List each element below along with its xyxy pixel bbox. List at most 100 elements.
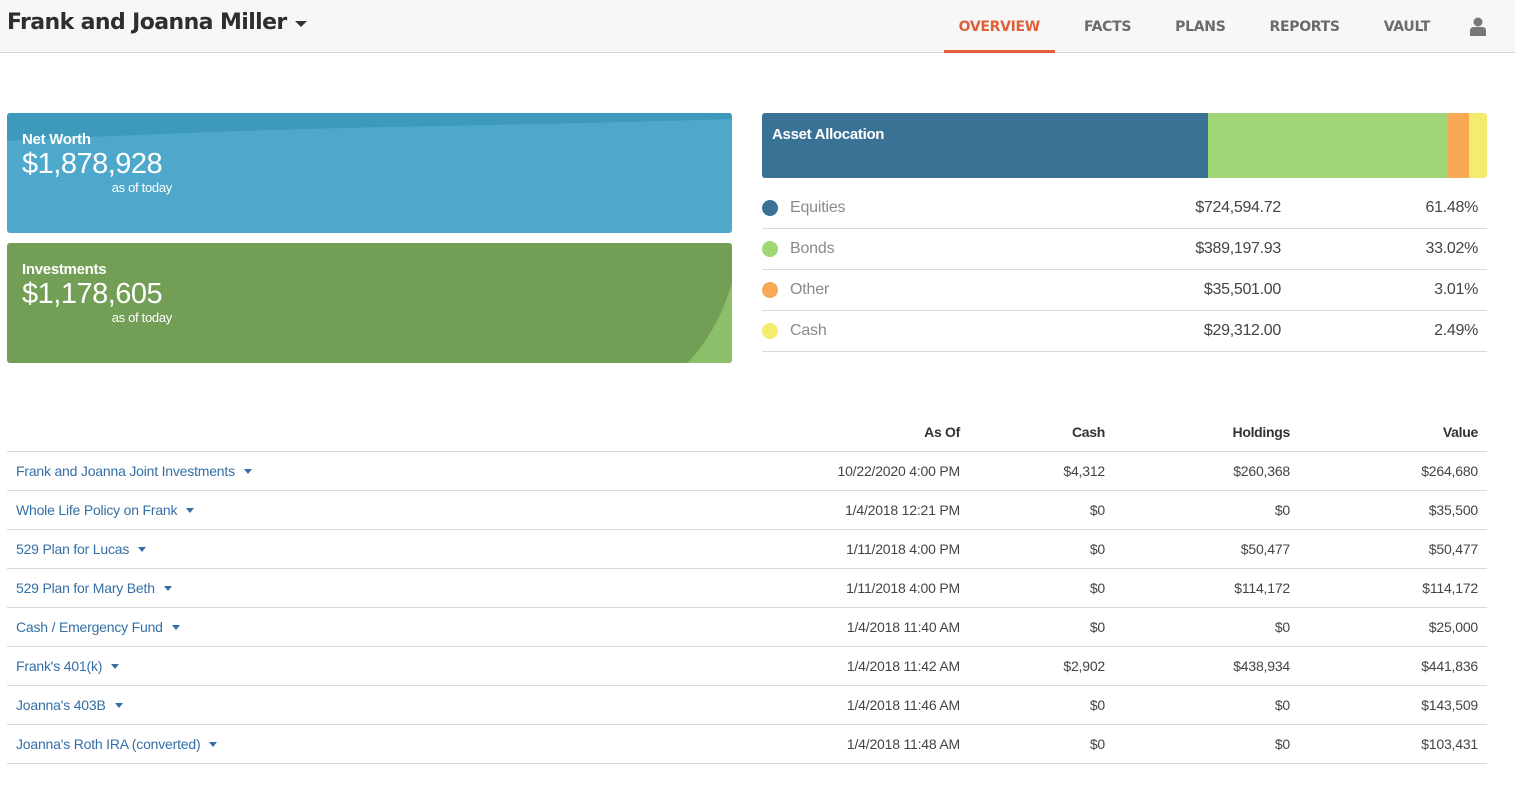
allocation-segment-equities[interactable] — [762, 113, 1208, 178]
allocation-percent: 2.49% — [1434, 322, 1478, 339]
cash-cell: $4,312 — [969, 451, 1114, 491]
account-name-cell: Whole Life Policy on Frank — [7, 490, 752, 530]
table-header-row: As Of Cash Holdings Value — [7, 413, 1487, 452]
account-link[interactable]: Whole Life Policy on Frank — [16, 501, 195, 518]
caret-down-icon[interactable] — [114, 702, 123, 708]
account-name: 529 Plan for Lucas — [16, 540, 130, 557]
table-row: Cash / Emergency Fund 1/4/2018 11:40 AM $0… — [7, 607, 1487, 647]
allocation-name: Bonds — [790, 240, 835, 257]
allocation-row-equities: Equities $724,594.72 61.48% — [762, 188, 1487, 229]
table-row: Frank's 401(k) 1/4/2018 11:42 AM $2,902 $43… — [7, 646, 1487, 686]
account-name: Frank's 401(k) — [16, 657, 103, 674]
asset-allocation-legend: Equities $724,594.72 61.48% Bonds $389,197.9… — [762, 188, 1487, 352]
table-row: 529 Plan for Mary Beth 1/11/2018 4:00 PM $… — [7, 568, 1487, 608]
account-name-cell: Frank's 401(k) — [7, 646, 752, 686]
allocation-name: Other — [790, 281, 830, 298]
allocation-amount: $29,312.00 — [1203, 322, 1281, 339]
allocation-segment-bonds[interactable] — [1207, 113, 1448, 178]
table-row: Joanna's 403B 1/4/2018 11:46 AM $0 $0 $143,5… — [7, 685, 1487, 725]
net-worth-card[interactable]: Net Worth $1,878,928 as of today — [7, 113, 732, 233]
account-name-cell: 529 Plan for Lucas — [7, 529, 752, 569]
account-name-cell: Frank and Joanna Joint Investments — [7, 451, 752, 491]
account-link[interactable]: 529 Plan for Lucas — [16, 540, 147, 557]
caret-down-icon[interactable] — [209, 741, 218, 747]
value-cell: $143,509 — [1299, 685, 1487, 725]
cash-cell: $0 — [969, 490, 1114, 530]
asset-allocation-bar[interactable] — [762, 113, 1487, 178]
table-row: 529 Plan for Lucas 1/11/2018 4:00 PM $0 $50… — [7, 529, 1487, 569]
caret-down-icon — [294, 20, 307, 27]
account-link[interactable]: Cash / Emergency Fund — [16, 619, 180, 635]
value-cell: $264,680 — [1299, 451, 1487, 491]
allocation-amount: $389,197.93 — [1195, 240, 1281, 257]
allocation-amount: $724,594.72 — [1195, 199, 1281, 216]
allocation-segment-cash[interactable] — [1468, 113, 1487, 178]
user-icon[interactable] — [1467, 0, 1489, 53]
client-selector[interactable]: Frank and Joanna Miller — [7, 10, 307, 35]
as-of-cell: 1/4/2018 12:21 PM — [752, 490, 969, 530]
value-cell: $35,500 — [1299, 490, 1487, 530]
as-of-cell: 1/4/2018 11:42 AM — [752, 646, 969, 686]
account-name: Frank and Joanna Joint Investments — [16, 462, 235, 479]
account-link[interactable]: Frank and Joanna Joint Investments — [16, 463, 252, 479]
account-name: 529 Plan for Mary Beth — [16, 579, 155, 596]
net-worth-value: $1,878,928 — [22, 148, 163, 180]
column-header-holdings: Holdings — [1114, 413, 1299, 452]
as-of-cell: 1/4/2018 11:46 AM — [752, 685, 969, 725]
value-cell: $114,172 — [1299, 568, 1487, 608]
account-name-cell: Joanna's 403B — [7, 685, 752, 725]
account-name: Joanna's Roth IRA (converted) — [16, 735, 201, 752]
holdings-cell: $438,934 — [1114, 646, 1299, 686]
value-cell: $103,431 — [1299, 724, 1487, 764]
cash-cell: $0 — [969, 568, 1114, 608]
account-link[interactable]: Joanna's 403B — [16, 697, 123, 713]
account-link[interactable]: 529 Plan for Mary Beth — [16, 580, 172, 596]
caret-down-icon[interactable] — [163, 585, 172, 591]
account-name: Whole Life Policy on Frank — [16, 501, 178, 518]
main-nav: OVERVIEW FACTS PLANS REPORTS VAULT — [930, 0, 1515, 53]
holdings-cell: $50,477 — [1114, 529, 1299, 569]
as-of-cell: 1/11/2018 4:00 PM — [752, 568, 969, 608]
account-name-cell: Cash / Emergency Fund — [7, 607, 752, 647]
cash-cell: $0 — [969, 685, 1114, 725]
allocation-name: Cash — [790, 322, 827, 339]
column-header-value: Value — [1299, 413, 1487, 452]
cash-cell: $0 — [969, 724, 1114, 764]
net-worth-label: Net Worth — [22, 131, 91, 148]
legend-dot-icon — [762, 282, 778, 298]
top-header: Frank and Joanna Miller OVERVIEW FACTS P… — [0, 0, 1515, 53]
investments-card[interactable]: Investments $1,178,605 as of today — [7, 243, 732, 363]
as-of-cell: 1/4/2018 11:40 AM — [752, 607, 969, 647]
account-name-cell: 529 Plan for Mary Beth — [7, 568, 752, 608]
allocation-segment-other[interactable] — [1447, 113, 1469, 178]
holdings-cell: $260,368 — [1114, 451, 1299, 491]
column-header-cash: Cash — [969, 413, 1114, 452]
legend-dot-icon — [762, 241, 778, 257]
caret-down-icon[interactable] — [111, 663, 120, 669]
holdings-cell: $0 — [1114, 490, 1299, 530]
holdings-cell: $0 — [1114, 685, 1299, 725]
allocation-amount: $35,501.00 — [1203, 281, 1281, 298]
asset-allocation-title: Asset Allocation — [772, 126, 885, 143]
account-link[interactable]: Joanna's Roth IRA (converted) — [16, 735, 218, 752]
tab-overview[interactable]: OVERVIEW — [943, 0, 1056, 53]
account-link[interactable]: Frank's 401(k) — [16, 657, 120, 674]
holdings-cell: $114,172 — [1114, 568, 1299, 608]
holdings-cell: $0 — [1114, 724, 1299, 764]
caret-down-icon[interactable] — [171, 624, 180, 630]
tab-plans[interactable]: PLANS — [1160, 0, 1240, 53]
column-header-as-of: As Of — [752, 413, 969, 452]
cash-cell: $2,902 — [969, 646, 1114, 686]
holdings-cell: $0 — [1114, 607, 1299, 647]
caret-down-icon[interactable] — [186, 507, 195, 513]
tab-facts[interactable]: FACTS — [1069, 0, 1146, 53]
account-name: Joanna's 403B — [16, 696, 106, 713]
caret-down-icon[interactable] — [138, 546, 147, 552]
allocation-name: Equities — [790, 199, 846, 216]
client-name: Frank and Joanna Miller — [7, 10, 287, 35]
tab-vault[interactable]: VAULT — [1369, 0, 1445, 53]
caret-down-icon[interactable] — [243, 468, 252, 474]
allocation-row-bonds: Bonds $389,197.93 33.02% — [762, 229, 1487, 270]
table-row: Whole Life Policy on Frank 1/4/2018 12:21… — [7, 490, 1487, 530]
tab-reports[interactable]: REPORTS — [1254, 0, 1354, 53]
